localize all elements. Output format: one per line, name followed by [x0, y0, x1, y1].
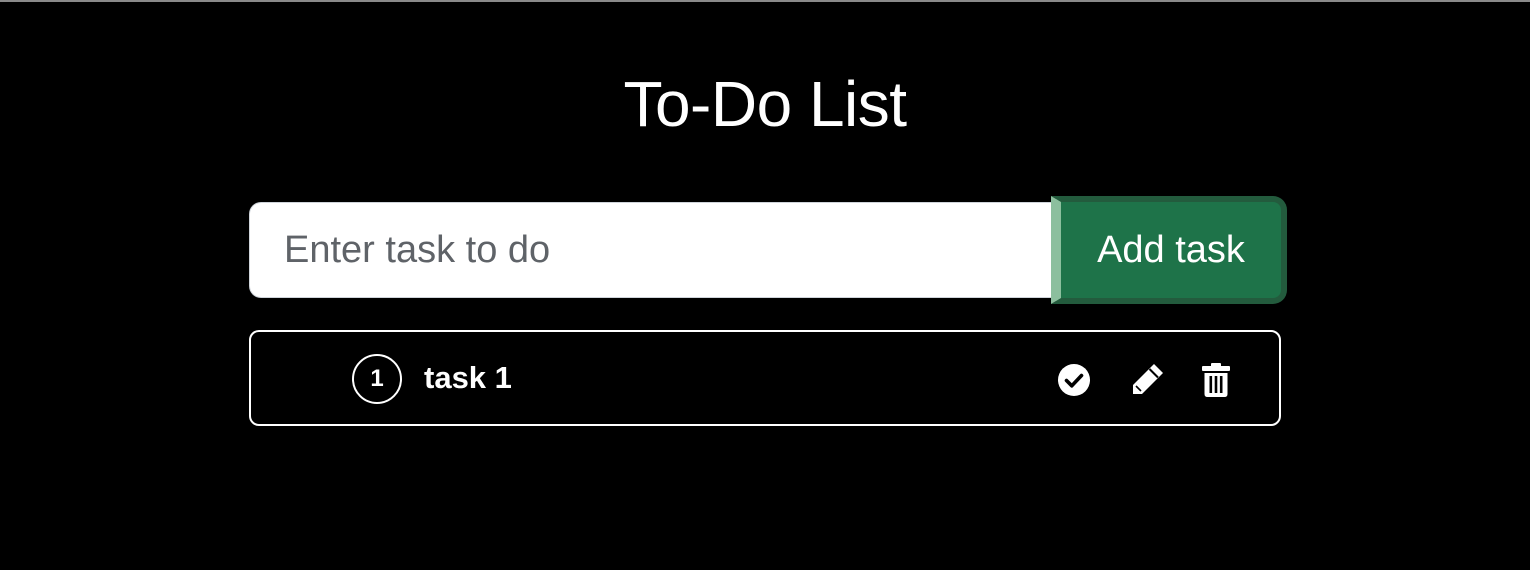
complete-task-button[interactable]: [1054, 360, 1094, 400]
pencil-icon: [1133, 364, 1163, 394]
task-number-badge: 1: [352, 354, 402, 404]
task-list: 1 task 1: [249, 330, 1281, 426]
page-title: To-Do List: [623, 68, 907, 140]
trash-icon: [1202, 363, 1230, 397]
edit-task-button[interactable]: [1127, 360, 1167, 400]
check-circle-icon: [1058, 364, 1090, 396]
add-task-form: Add task: [249, 196, 1287, 304]
task-row: 1 task 1: [249, 330, 1281, 426]
delete-task-button[interactable]: [1196, 360, 1236, 400]
todo-app: To-Do List Add task 1 task 1: [0, 0, 1530, 570]
task-text: task 1: [424, 360, 512, 395]
task-input[interactable]: [249, 202, 1057, 298]
add-task-button[interactable]: Add task: [1051, 196, 1287, 304]
